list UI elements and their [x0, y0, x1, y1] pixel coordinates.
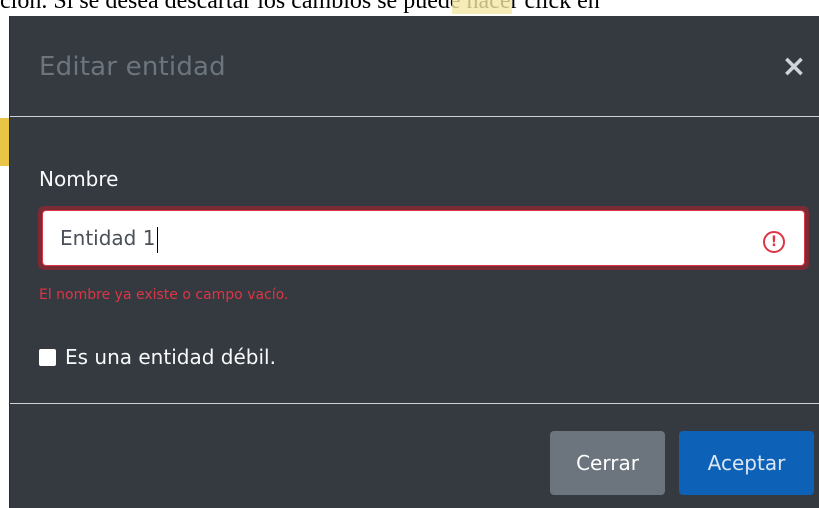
background-highlight [452, 0, 512, 14]
close-icon[interactable]: × [779, 49, 809, 85]
weak-entity-checkbox-row[interactable]: Es una entidad débil. [39, 345, 276, 369]
exclamation-circle-icon: ! [763, 231, 785, 253]
modal-body: Nombre Entidad 1 ! El nombre ya existe o… [10, 117, 819, 403]
weak-entity-checkbox[interactable] [39, 348, 56, 366]
background-document-text: ción. Si se desea descartar los cambios … [0, 0, 600, 14]
page: ción. Si se desea descartar los cambios … [0, 0, 819, 508]
name-input-value: Entidad 1 [60, 226, 156, 250]
edit-entity-modal: Editar entidad × Nombre Entidad 1 ! El n… [9, 16, 819, 508]
name-input[interactable]: Entidad 1 ! [42, 210, 805, 266]
close-button[interactable]: Cerrar [550, 431, 665, 495]
name-error-message: El nombre ya existe o campo vacío. [39, 287, 289, 303]
weak-entity-checkbox-label[interactable]: Es una entidad débil. [65, 345, 276, 369]
text-caret [157, 226, 159, 253]
modal-header: Editar entidad × [10, 16, 819, 117]
modal-footer: Cerrar Aceptar [10, 403, 819, 508]
name-field-label: Nombre [39, 167, 119, 191]
background-margin-mark [0, 118, 9, 166]
name-input-focus-ring: Entidad 1 ! [38, 206, 809, 270]
modal-title: Editar entidad [39, 52, 226, 82]
accept-button[interactable]: Aceptar [679, 431, 814, 495]
